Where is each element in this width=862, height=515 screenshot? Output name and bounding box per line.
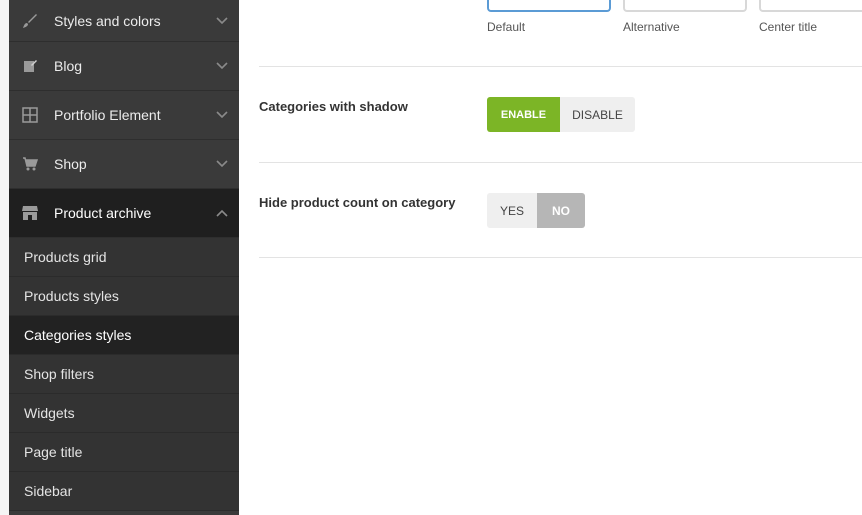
sidebar-item-label: Portfolio Element (54, 107, 161, 123)
layout-option-default[interactable]: Default (487, 0, 611, 34)
sidebar-item-blog[interactable]: Blog (9, 42, 239, 91)
grid-icon (21, 106, 39, 124)
setting-row-shadow: Categories with shadow ENABLE DISABLE (259, 66, 862, 162)
sidebar-item-label: Styles and colors (54, 12, 161, 29)
sidebar-item-label: Blog (54, 58, 83, 74)
brush-icon (21, 12, 39, 30)
enable-button[interactable]: ENABLE (487, 97, 560, 132)
setting-row-product-count: Hide product count on category YES NO (259, 162, 862, 258)
product-archive-submenu: Products grid Products styles Categories… (9, 238, 239, 511)
sidebar-item-portfolio-element[interactable]: Portfolio Element (9, 91, 239, 140)
chevron-down-icon (215, 108, 229, 122)
chevron-down-icon (215, 157, 229, 171)
disable-button[interactable]: DISABLE (560, 97, 635, 132)
store-icon (21, 204, 39, 222)
setting-label: Hide product count on category (259, 195, 456, 210)
layout-option-alternative[interactable]: Alternative (623, 0, 747, 34)
sidebar-subitem-shop-filters[interactable]: Shop filters (9, 355, 239, 394)
layout-preview[interactable] (487, 0, 611, 12)
layout-preview[interactable] (623, 0, 747, 12)
sidebar-subitem-page-title[interactable]: Page title (9, 433, 239, 472)
sidebar-subitem-sidebar[interactable]: Sidebar (9, 472, 239, 511)
sidebar-edge (0, 0, 9, 515)
sidebar-subitem-widgets[interactable]: Widgets (9, 394, 239, 433)
sidebar-item-product-archive[interactable]: Product archive (9, 189, 239, 238)
chevron-down-icon (215, 59, 229, 73)
sidebar-item-styles-and-colors[interactable]: Styles and colors (9, 0, 239, 42)
setting-label: Categories with shadow (259, 99, 408, 114)
product-count-toggle[interactable]: YES NO (487, 193, 585, 228)
sidebar-subitem-products-grid[interactable]: Products grid (9, 238, 239, 277)
sidebar-menu: Styles and colors Blog Portfolio Element (9, 0, 239, 511)
sidebar-subitem-products-styles[interactable]: Products styles (9, 277, 239, 316)
settings-sidebar: Styles and colors Blog Portfolio Element (0, 0, 239, 515)
sidebar-item-label: Shop (54, 156, 87, 172)
layout-option-label: Default (487, 20, 526, 34)
sidebar-subitem-categories-styles[interactable]: Categories styles (9, 316, 239, 355)
chevron-up-icon (215, 206, 229, 220)
cart-icon (21, 155, 39, 173)
shadow-toggle[interactable]: ENABLE DISABLE (487, 97, 635, 132)
yes-button[interactable]: YES (487, 193, 537, 228)
chevron-down-icon (215, 14, 229, 28)
settings-content: Default Alternative Center title Categor… (239, 0, 862, 515)
layout-option-label: Alternative (623, 20, 680, 34)
layout-preview[interactable] (759, 0, 862, 12)
sidebar-item-shop[interactable]: Shop (9, 140, 239, 189)
layout-option-center-title[interactable]: Center title (759, 0, 862, 34)
sidebar-item-label: Product archive (54, 205, 152, 221)
no-button[interactable]: NO (537, 193, 585, 228)
edit-icon (21, 57, 39, 75)
layout-option-label: Center title (759, 20, 818, 34)
